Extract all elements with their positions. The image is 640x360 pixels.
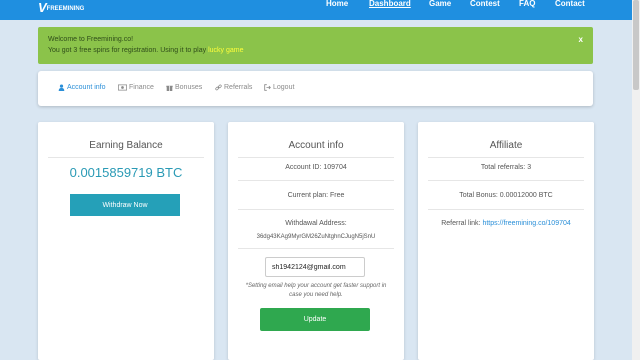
divider xyxy=(238,157,394,158)
alert-spins-text: You got 3 free spins for registration. U… xyxy=(48,47,243,54)
tab-bonuses-label: Bonuses xyxy=(175,84,203,91)
tab-bonuses[interactable]: Bonuses xyxy=(166,84,202,91)
email-help-note-line2: case you need help. xyxy=(289,292,343,298)
update-button[interactable]: Update xyxy=(260,308,370,331)
withdrawal-address: 36dg43KAg9MyrGM26ZuNtghnCJugN5jSnU xyxy=(256,234,376,240)
alert-spins-prefix: You got 3 free spins for registration. U… xyxy=(48,47,209,54)
scrollbar-thumb[interactable] xyxy=(633,0,639,90)
nav-faq[interactable]: FAQ xyxy=(519,0,535,8)
lucky-game-link[interactable]: lucky game xyxy=(208,47,243,54)
divider xyxy=(238,248,394,249)
referral-link-row: Referral link: https://freemining.co/109… xyxy=(418,220,594,227)
affiliate-title: Affiliate xyxy=(489,140,523,151)
tab-referrals-label: Referrals xyxy=(224,84,253,91)
account-id: Account ID: 109704 xyxy=(285,164,347,171)
divider xyxy=(238,180,394,181)
alert-welcome-text: Welcome to Freemining.co! xyxy=(48,36,134,43)
email-help-note-line1: *Setting email help your account get fas… xyxy=(245,283,387,289)
nav-game[interactable]: Game xyxy=(429,0,451,8)
tab-finance-label: Finance xyxy=(129,84,154,91)
link-icon xyxy=(215,84,222,91)
withdrawal-address-label: Withdawal Address: xyxy=(285,220,347,227)
nav-contact[interactable]: Contact xyxy=(555,0,585,8)
total-referrals: Total referrals: 3 xyxy=(480,164,532,171)
divider xyxy=(428,157,584,158)
earning-balance-title: Earning Balance xyxy=(89,140,163,151)
email-field[interactable] xyxy=(265,257,365,277)
tab-logout-label: Logout xyxy=(273,84,295,91)
page-scrollbar[interactable] xyxy=(632,0,640,360)
nav-contest[interactable]: Contest xyxy=(470,0,500,8)
current-plan: Current plan: Free xyxy=(287,192,345,199)
btc-balance: 0.0015859719 BTC xyxy=(69,165,183,180)
earning-balance-card: Earning Balance 0.0015859719 BTC Withdra… xyxy=(38,122,214,360)
withdraw-now-button[interactable]: Withdraw Now xyxy=(70,194,180,216)
dashboard-tabs: Account info Finance Bonuses Referrals L… xyxy=(38,71,593,106)
tab-account-info-label: Account info xyxy=(67,84,106,91)
affiliate-card: Affiliate Total referrals: 3 Total Bonus… xyxy=(418,122,594,360)
divider xyxy=(428,180,584,181)
sign-out-icon xyxy=(264,84,271,91)
alert-close-button[interactable]: x xyxy=(579,35,583,44)
main-nav: Home Dashboard Game Contest FAQ Contact xyxy=(0,0,632,20)
tab-account-info[interactable]: Account info xyxy=(58,84,106,91)
nav-dashboard[interactable]: Dashboard xyxy=(369,0,411,8)
total-bonus: Total Bonus: 0.00012000 BTC xyxy=(459,192,553,199)
nav-home[interactable]: Home xyxy=(326,0,348,8)
tab-referrals[interactable]: Referrals xyxy=(215,84,252,91)
email-help-note: *Setting email help your account get fas… xyxy=(228,282,404,300)
tab-logout[interactable]: Logout xyxy=(264,84,294,91)
money-icon xyxy=(118,84,127,91)
divider xyxy=(428,209,584,210)
tab-finance[interactable]: Finance xyxy=(118,84,154,91)
referral-link-label: Referral link: xyxy=(441,220,483,227)
top-navbar: V FREEMINING Home Dashboard Game Contest… xyxy=(0,0,632,20)
gift-icon xyxy=(166,85,173,91)
referral-link[interactable]: https://freemining.co/109704 xyxy=(482,220,570,227)
welcome-alert: Welcome to Freemining.co! You got 3 free… xyxy=(38,27,593,64)
divider xyxy=(48,157,204,158)
divider xyxy=(238,209,394,210)
account-info-card: Account info Account ID: 109704 Current … xyxy=(228,122,404,360)
user-icon xyxy=(58,84,65,91)
account-info-title: Account info xyxy=(288,140,344,151)
